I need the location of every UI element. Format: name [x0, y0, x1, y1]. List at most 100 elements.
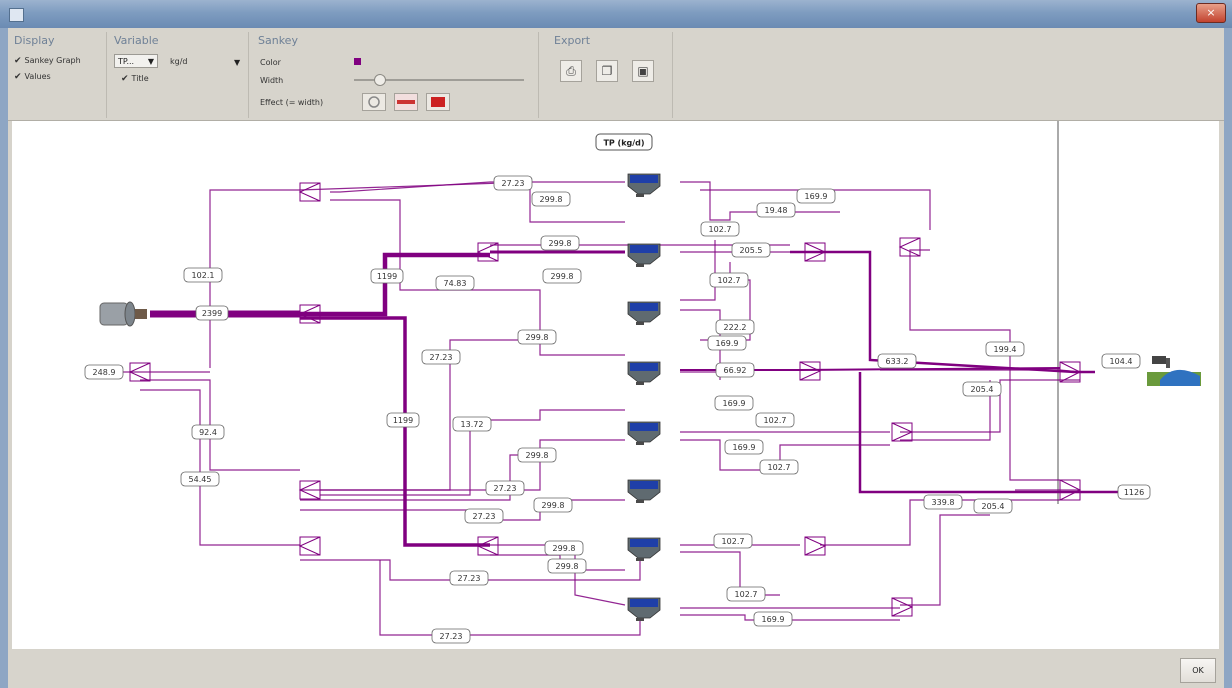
color-swatch[interactable]: [354, 58, 361, 65]
check-icon: ✔: [14, 72, 22, 82]
close-icon: ×: [1206, 6, 1216, 19]
flow-value-label: 299.8: [547, 558, 587, 574]
sankey-group-title: Sankey: [258, 34, 298, 47]
flow-value-label: 102.7: [755, 412, 795, 428]
copy-button[interactable]: ❐: [596, 60, 618, 82]
flow-value-label: 169.9: [753, 611, 793, 627]
svg-text:66.92: 66.92: [724, 366, 747, 375]
svg-text:1199: 1199: [377, 272, 397, 281]
variable-select[interactable]: TP... ▼: [114, 54, 158, 68]
svg-text:299.8: 299.8: [542, 501, 565, 510]
flow-value-label: 248.9: [84, 364, 124, 380]
svg-text:27.23: 27.23: [440, 632, 463, 641]
effect-label: Effect (= width): [260, 98, 324, 107]
flow-value-label: 92.4: [191, 424, 225, 440]
clarifier-tank-icon: [627, 173, 661, 197]
flow-line: [209, 189, 300, 368]
svg-text:27.23: 27.23: [473, 512, 496, 521]
flow-value-label: 1199: [370, 268, 404, 284]
flow-value-label: 299.8: [533, 497, 573, 513]
svg-text:169.9: 169.9: [723, 399, 746, 408]
svg-text:102.7: 102.7: [768, 463, 791, 472]
flow-value-label: 27.23: [449, 570, 489, 586]
svg-text:TP (kg/d): TP (kg/d): [603, 139, 644, 148]
export-group: Export ⎙ ❐ ▣: [540, 32, 673, 118]
svg-text:54.45: 54.45: [189, 475, 212, 484]
svg-text:205.4: 205.4: [971, 385, 994, 394]
svg-text:222.2: 222.2: [724, 323, 747, 332]
svg-text:2399: 2399: [202, 309, 222, 318]
flow-line: [379, 560, 641, 636]
svg-text:102.1: 102.1: [192, 271, 215, 280]
values-checkbox[interactable]: ✔ Values: [14, 72, 51, 82]
flow-value-label: 205.5: [731, 242, 771, 258]
flow-line: [300, 499, 625, 521]
window-frame-right: [1224, 28, 1232, 688]
check-icon: ✔: [121, 74, 129, 84]
svg-text:299.8: 299.8: [549, 239, 572, 248]
width-slider-thumb[interactable]: [374, 74, 386, 86]
svg-text:199.4: 199.4: [994, 345, 1017, 354]
flow-value-label: 299.8: [517, 447, 557, 463]
flow-value-label: 54.45: [180, 471, 220, 487]
svg-text:248.9: 248.9: [93, 368, 116, 377]
flow-value-label: 102.7: [759, 459, 799, 475]
flow-value-label: 1126: [1117, 484, 1151, 500]
sankey-canvas: TP (kg/d) 27.23 299.8 169.9 19.48 102.7 299.8 2…: [12, 121, 1219, 649]
fill-effect-icon: [431, 97, 445, 107]
flow-value-label: 299.8: [531, 191, 571, 207]
save-icon: ▣: [637, 64, 649, 78]
dialog-button-bar: OK: [8, 650, 1224, 688]
svg-text:104.4: 104.4: [1110, 357, 1133, 366]
flow-value-label: 102.7: [726, 586, 766, 602]
junction-node: [891, 597, 914, 617]
flow-value-label: 102.7: [700, 221, 740, 237]
svg-text:74.83: 74.83: [444, 279, 467, 288]
svg-text:1126: 1126: [1124, 488, 1144, 497]
effect-line-button[interactable]: [394, 93, 418, 111]
svg-text:102.7: 102.7: [722, 537, 745, 546]
svg-text:102.7: 102.7: [735, 590, 758, 599]
effect-fill-button[interactable]: [426, 93, 450, 111]
flow-value-label: 169.9: [707, 335, 747, 351]
svg-text:169.9: 169.9: [762, 615, 785, 624]
print-icon: ⎙: [566, 64, 576, 78]
effect-none-button[interactable]: [362, 93, 386, 111]
unit-dropdown-icon[interactable]: ▼: [234, 58, 240, 67]
window-frame-left: [0, 28, 8, 688]
svg-text:169.9: 169.9: [716, 339, 739, 348]
flow-value-label: 27.23: [421, 349, 461, 365]
svg-text:27.23: 27.23: [494, 484, 517, 493]
sankey-graph-checkbox[interactable]: ✔ Sankey Graph: [14, 56, 81, 66]
title-checkbox[interactable]: ✔ Title: [114, 74, 149, 84]
variable-group-title: Variable: [114, 34, 159, 47]
svg-text:299.8: 299.8: [551, 272, 574, 281]
flow-value-label: 339.8: [923, 494, 963, 510]
save-button[interactable]: ▣: [632, 60, 654, 82]
print-button[interactable]: ⎙: [560, 60, 582, 82]
svg-text:102.7: 102.7: [718, 276, 741, 285]
unit-label: kg/d: [170, 57, 188, 66]
svg-text:27.23: 27.23: [430, 353, 453, 362]
clarifier-tank-icon: [627, 597, 661, 621]
clarifier-tank-icon: [627, 301, 661, 325]
svg-text:169.9: 169.9: [733, 443, 756, 452]
junction-node: [298, 182, 321, 202]
flow-value-label: 199.4: [985, 341, 1025, 357]
line-effect-icon: [397, 100, 415, 104]
svg-text:92.4: 92.4: [199, 428, 217, 437]
clarifier-tank-icon: [627, 243, 661, 267]
ribbon-toolbar: Display ✔ Sankey Graph ✔ Values Variable T…: [8, 28, 1224, 121]
close-button[interactable]: ×: [1196, 3, 1226, 23]
clarifier-tank-icon: [627, 479, 661, 503]
ok-button[interactable]: OK: [1180, 658, 1216, 683]
flow-value-label: 205.4: [962, 381, 1002, 397]
flow-line: [909, 249, 1060, 481]
svg-text:102.7: 102.7: [764, 416, 787, 425]
chevron-down-icon: ▼: [147, 57, 154, 66]
variable-group: Variable TP... ▼ kg/d ▼ ✔ Title: [108, 32, 249, 118]
svg-text:299.8: 299.8: [553, 544, 576, 553]
flow-value-label: 27.23: [431, 628, 471, 644]
junction-node: [799, 361, 822, 381]
svg-text:339.8: 339.8: [932, 498, 955, 507]
